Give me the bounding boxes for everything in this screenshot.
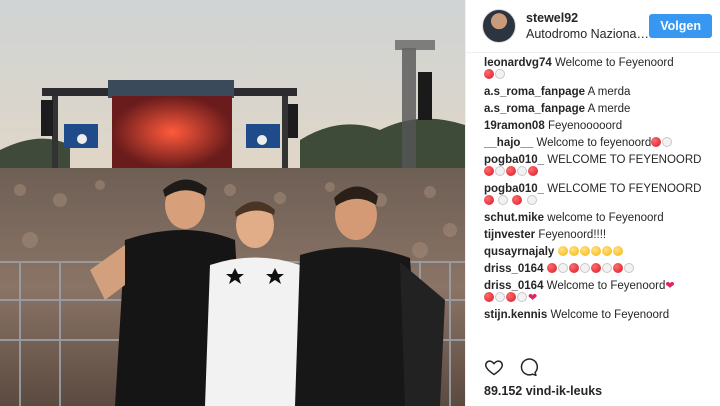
comments-list[interactable]: leonardvg74 Welcome to Feyenoord a.s_rom… [484,55,714,351]
comment-text: Welcome to Feyenoord [546,280,666,292]
comment: leonardvg74 Welcome to Feyenoord [484,55,714,84]
comment-icon[interactable] [518,357,538,382]
comment-text: Feyenoord!!!! [538,229,607,241]
post-author-info: stewel92 Autodromo Nazionale... [526,10,649,42]
comment: tijnvester Feyenoord!!!! [484,227,714,244]
comment-text: A merde [587,103,631,115]
comment-username[interactable]: a.s_roma_fanpage [484,86,585,98]
post-photo[interactable] [0,0,465,406]
comment-username[interactable]: leonardvg74 [484,57,552,69]
comment-text: Welcome to Feyenoord [554,57,674,69]
comment: driss_0164 Welcome to Feyenoord❤ ❤ [484,280,675,304]
follow-button[interactable]: Volgen [649,14,712,38]
comment-text: Feyenooooord [547,120,623,132]
comment-username[interactable]: qusayrnajaly [484,246,554,258]
comment: qusayrnajaly [484,244,714,261]
comment: pogba010_ WELCOME TO FEYENOORD [484,152,714,181]
comment: stijn.kennis Welcome to Feyenoord [484,307,714,324]
comment-username[interactable]: __hajo__ [484,137,533,149]
comment-text: A merda [587,86,631,98]
comment-username[interactable]: tijnvester [484,229,535,241]
concert-photo [0,0,465,406]
comment-username[interactable]: driss_0164 [484,263,543,275]
comment-username[interactable]: pogba010_ [484,183,544,195]
comment-text: welcome to Feyenoord [547,212,664,224]
heart-icon[interactable] [484,357,504,382]
comment: pogba010_ WELCOME TO FEYENOORD [484,181,714,210]
comment-username[interactable]: driss_0164 [484,280,543,292]
comment: schut.mike welcome to Feyenoord [484,210,714,227]
comment-text: WELCOME TO FEYENOORD [547,183,702,195]
comment-text: WELCOME TO FEYENOORD [547,154,702,166]
comment-username[interactable]: schut.mike [484,212,544,224]
instagram-post: stewel92 Autodromo Nazionale... Volgen l… [0,0,720,406]
comment: driss_0164 [484,261,714,278]
comment-username[interactable]: 19ramon08 [484,120,545,132]
username-link[interactable]: stewel92 [526,10,649,26]
comment-username[interactable]: stijn.kennis [484,309,547,321]
comment: a.s_roma_fanpage A merde [484,101,714,118]
comment-text: Welcome to feyenoord [536,137,652,149]
comment: a.s_roma_fanpage A merda [484,84,714,101]
post-actions [484,357,538,382]
comment-username[interactable]: pogba010_ [484,154,544,166]
post-sidebar: stewel92 Autodromo Nazionale... Volgen l… [465,0,720,406]
comment: __hajo__ Welcome to feyenoord [484,135,714,152]
location-link[interactable]: Autodromo Nazionale... [526,26,649,42]
comment-username[interactable]: a.s_roma_fanpage [484,103,585,115]
avatar[interactable] [482,9,516,43]
comment: 19ramon08 Feyenooooord [484,118,714,135]
post-header: stewel92 Autodromo Nazionale... Volgen [466,0,720,53]
comment-text: Welcome to Feyenoord [550,309,670,321]
likes-count[interactable]: 89.152 vind-ik-leuks [484,384,602,398]
